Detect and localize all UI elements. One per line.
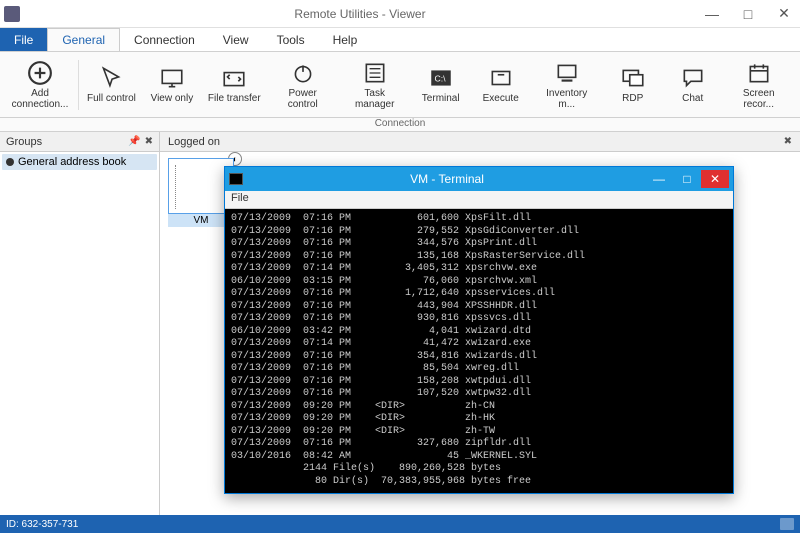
inventory-button[interactable]: Inventory m... [533, 55, 601, 115]
statusbar: ID: 632-357-731 [0, 515, 800, 533]
rdp-button[interactable]: RDP [605, 55, 661, 115]
rdp-icon [620, 65, 646, 91]
app-icon [4, 6, 20, 22]
ribbon-group-label: Connection [0, 118, 800, 132]
power-icon [290, 60, 316, 86]
terminal-minimize-button[interactable]: — [645, 170, 673, 188]
view-only-button[interactable]: View only [144, 55, 200, 115]
execute-button[interactable]: Execute [473, 55, 529, 115]
status-dot-icon [6, 158, 14, 166]
address-book-item[interactable]: General address book [2, 154, 157, 170]
terminal-app-icon [229, 173, 243, 185]
address-book-label: General address book [18, 156, 126, 168]
close-button[interactable]: ✕ [772, 4, 796, 24]
status-tray-icon[interactable] [780, 518, 794, 530]
terminal-window: VM - Terminal — □ ✕ File 07/13/2009 07:1… [224, 166, 734, 494]
groups-header: Groups 📌 ✖ [0, 132, 159, 152]
logged-on-label: Logged on [168, 136, 220, 148]
terminal-title: VM - Terminal [249, 172, 645, 186]
svg-text:C:\: C:\ [434, 73, 446, 83]
tab-tools[interactable]: Tools [263, 28, 319, 51]
panel-close-icon[interactable]: ✖ [145, 136, 153, 147]
terminal-button[interactable]: C:\ Terminal [413, 55, 469, 115]
content-header: Logged on ✖ [160, 132, 800, 152]
groups-panel: Groups 📌 ✖ General address book [0, 132, 160, 515]
plus-icon [27, 60, 53, 86]
computer-icon [554, 60, 580, 86]
file-transfer-button[interactable]: File transfer [204, 55, 265, 115]
calendar-icon [746, 60, 772, 86]
pin-icon[interactable]: 📌 [128, 136, 140, 147]
terminal-icon: C:\ [428, 65, 454, 91]
main-menubar: File General Connection View Tools Help [0, 28, 800, 52]
separator [78, 60, 79, 110]
power-control-button[interactable]: Power control [269, 55, 337, 115]
chat-button[interactable]: Chat [665, 55, 721, 115]
status-id: ID: 632-357-731 [6, 519, 78, 530]
terminal-maximize-button[interactable]: □ [673, 170, 701, 188]
tab-help[interactable]: Help [319, 28, 372, 51]
terminal-menu: File [225, 191, 733, 209]
maximize-button[interactable]: □ [736, 4, 760, 24]
add-connection-button[interactable]: Add connection... [6, 55, 74, 115]
menu-file[interactable]: File [0, 28, 47, 51]
screen-record-button[interactable]: Screen recor... [725, 55, 793, 115]
list-icon [362, 60, 388, 86]
groups-title: Groups [6, 136, 42, 148]
monitor-icon [159, 65, 185, 91]
minimize-button[interactable]: — [700, 4, 724, 24]
window-titlebar: Remote Utilities - Viewer — □ ✕ [0, 0, 800, 28]
tab-connection[interactable]: Connection [120, 28, 209, 51]
tab-general[interactable]: General [47, 28, 120, 51]
terminal-close-button[interactable]: ✕ [701, 170, 729, 188]
cursor-icon [98, 65, 124, 91]
terminal-output[interactable]: 07/13/2009 07:16 PM 601,600 XpsFilt.dll … [225, 209, 733, 493]
tab-view[interactable]: View [209, 28, 263, 51]
run-icon [488, 65, 514, 91]
main-area: Groups 📌 ✖ General address book Logged o… [0, 132, 800, 515]
chat-icon [680, 65, 706, 91]
task-manager-button[interactable]: Task manager [341, 55, 409, 115]
ribbon-toolbar: Add connection... Full control View only… [0, 52, 800, 118]
content-panel: Logged on ✖ ◐ VM VM - Terminal — □ ✕ Fil… [160, 132, 800, 515]
content-close-icon[interactable]: ✖ [784, 136, 792, 147]
groups-tree: General address book [0, 152, 159, 515]
folder-arrows-icon [221, 65, 247, 91]
terminal-file-menu[interactable]: File [231, 192, 249, 204]
terminal-titlebar[interactable]: VM - Terminal — □ ✕ [225, 167, 733, 191]
window-title: Remote Utilities - Viewer [20, 7, 700, 21]
full-control-button[interactable]: Full control [83, 55, 140, 115]
content-body: ◐ VM VM - Terminal — □ ✕ File 07/13/2009… [160, 152, 800, 515]
